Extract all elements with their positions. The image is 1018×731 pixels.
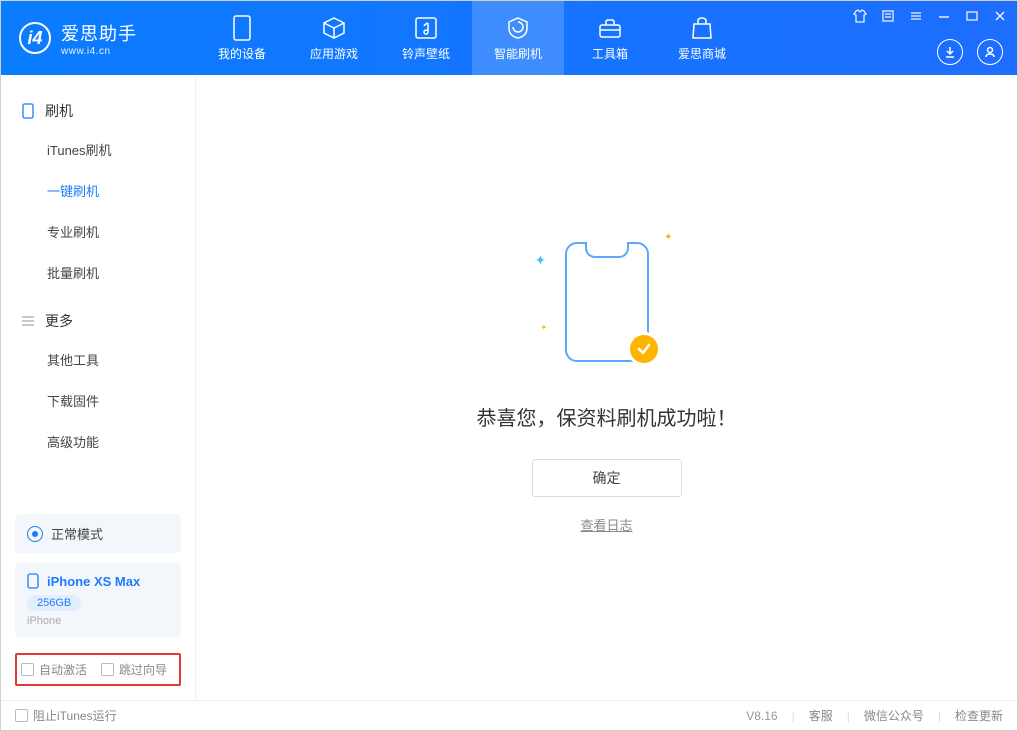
checkbox-label: 阻止iTunes运行 bbox=[33, 707, 117, 724]
tab-apps-games[interactable]: 应用游戏 bbox=[288, 1, 380, 75]
sparkle-icon: ✦ bbox=[664, 232, 672, 243]
footer-right: V8.16 | 客服 | 微信公众号 | 检查更新 bbox=[746, 707, 1003, 724]
sidebar-item-download-firmware[interactable]: 下载固件 bbox=[1, 380, 195, 421]
close-icon[interactable] bbox=[991, 7, 1009, 25]
view-log-link[interactable]: 查看日志 bbox=[580, 515, 632, 534]
phone-icon bbox=[21, 104, 35, 118]
app-url: www.i4.cn bbox=[61, 46, 137, 57]
sidebar-item-batch-flash[interactable]: 批量刷机 bbox=[1, 252, 195, 293]
checkbox-auto-activate[interactable]: 自动激活 bbox=[21, 661, 87, 678]
tab-label: 智能刷机 bbox=[494, 45, 542, 62]
device-name: iPhone XS Max bbox=[47, 574, 140, 589]
tab-label: 铃声壁纸 bbox=[402, 45, 450, 62]
checkbox-icon bbox=[21, 663, 34, 676]
tab-label: 我的设备 bbox=[218, 45, 266, 62]
section-title: 刷机 bbox=[45, 101, 73, 121]
sidebar-item-oneclick-flash[interactable]: 一键刷机 bbox=[1, 170, 195, 211]
tab-my-device[interactable]: 我的设备 bbox=[196, 1, 288, 75]
version-label: V8.16 bbox=[746, 709, 777, 723]
bag-icon bbox=[689, 15, 715, 41]
section-flash[interactable]: 刷机 bbox=[1, 93, 195, 129]
device-storage: 256GB bbox=[27, 595, 81, 611]
minimize-icon[interactable] bbox=[935, 7, 953, 25]
music-icon bbox=[413, 15, 439, 41]
app-header: i4 爱思助手 www.i4.cn 我的设备 应用游戏 铃声壁纸 智能刷机 工具… bbox=[1, 1, 1017, 75]
checkbox-icon bbox=[101, 663, 114, 676]
logo-text: 爱思助手 www.i4.cn bbox=[61, 20, 137, 57]
sidebar-nav: 刷机 iTunes刷机 一键刷机 专业刷机 批量刷机 更多 其他工具 下载固件 … bbox=[1, 75, 195, 514]
list-icon bbox=[21, 314, 35, 328]
logo-icon: i4 bbox=[19, 22, 51, 54]
success-message: 恭喜您，保资料刷机成功啦！ bbox=[477, 402, 737, 431]
checkbox-block-itunes[interactable]: 阻止iTunes运行 bbox=[15, 707, 117, 724]
window-controls bbox=[851, 7, 1009, 25]
maximize-icon[interactable] bbox=[963, 7, 981, 25]
update-link[interactable]: 检查更新 bbox=[955, 707, 1003, 724]
sidebar: 刷机 iTunes刷机 一键刷机 专业刷机 批量刷机 更多 其他工具 下载固件 … bbox=[1, 75, 196, 700]
sidebar-item-advanced[interactable]: 高级功能 bbox=[1, 421, 195, 462]
mode-icon bbox=[27, 526, 43, 542]
sparkle-icon: ✦ bbox=[535, 252, 547, 269]
device-card[interactable]: iPhone XS Max 256GB iPhone bbox=[15, 563, 181, 637]
mode-card[interactable]: 正常模式 bbox=[15, 514, 181, 553]
tab-store[interactable]: 爱思商城 bbox=[656, 1, 748, 75]
section-more[interactable]: 更多 bbox=[1, 303, 195, 339]
main-tabs: 我的设备 应用游戏 铃声壁纸 智能刷机 工具箱 爱思商城 bbox=[196, 1, 748, 75]
separator: | bbox=[847, 709, 850, 723]
toolbox-icon bbox=[597, 15, 623, 41]
options-highlighted: 自动激活 跳过向导 bbox=[15, 653, 181, 686]
tab-label: 工具箱 bbox=[592, 45, 628, 62]
separator: | bbox=[792, 709, 795, 723]
tab-toolbox[interactable]: 工具箱 bbox=[564, 1, 656, 75]
section-title: 更多 bbox=[45, 311, 73, 331]
main-content: ✦ ✦ ✦ 恭喜您，保资料刷机成功啦！ 确定 查看日志 bbox=[196, 75, 1017, 700]
wechat-link[interactable]: 微信公众号 bbox=[864, 707, 924, 724]
ok-button[interactable]: 确定 bbox=[532, 459, 682, 497]
shield-icon bbox=[505, 15, 531, 41]
status-bar: 阻止iTunes运行 V8.16 | 客服 | 微信公众号 | 检查更新 bbox=[1, 700, 1017, 730]
support-link[interactable]: 客服 bbox=[809, 707, 833, 724]
device-name-row: iPhone XS Max bbox=[27, 573, 169, 589]
tab-label: 应用游戏 bbox=[310, 45, 358, 62]
app-body: 刷机 iTunes刷机 一键刷机 专业刷机 批量刷机 更多 其他工具 下载固件 … bbox=[1, 75, 1017, 700]
phone-outline-icon bbox=[565, 242, 649, 362]
download-icon[interactable] bbox=[937, 39, 963, 65]
sidebar-item-itunes-flash[interactable]: iTunes刷机 bbox=[1, 129, 195, 170]
separator: | bbox=[938, 709, 941, 723]
checkbox-label: 跳过向导 bbox=[119, 661, 167, 678]
phone-icon bbox=[27, 573, 39, 589]
success-illustration: ✦ ✦ ✦ bbox=[565, 242, 649, 362]
checkbox-label: 自动激活 bbox=[39, 661, 87, 678]
menu-icon[interactable] bbox=[907, 7, 925, 25]
sidebar-item-pro-flash[interactable]: 专业刷机 bbox=[1, 211, 195, 252]
tab-flash[interactable]: 智能刷机 bbox=[472, 1, 564, 75]
note-icon[interactable] bbox=[879, 7, 897, 25]
tab-ringtones[interactable]: 铃声壁纸 bbox=[380, 1, 472, 75]
user-icon[interactable] bbox=[977, 39, 1003, 65]
app-name: 爱思助手 bbox=[61, 20, 137, 46]
sidebar-item-other-tools[interactable]: 其他工具 bbox=[1, 339, 195, 380]
sparkle-icon: ✦ bbox=[541, 323, 548, 332]
device-icon bbox=[229, 15, 255, 41]
mode-label: 正常模式 bbox=[51, 524, 103, 543]
checkbox-icon bbox=[15, 709, 28, 722]
cube-icon bbox=[321, 15, 347, 41]
tab-label: 爱思商城 bbox=[678, 45, 726, 62]
header-actions bbox=[937, 39, 1003, 65]
checkbox-skip-guide[interactable]: 跳过向导 bbox=[101, 661, 167, 678]
checkmark-badge-icon bbox=[627, 332, 661, 366]
logo[interactable]: i4 爱思助手 www.i4.cn bbox=[1, 20, 196, 57]
shirt-icon[interactable] bbox=[851, 7, 869, 25]
device-type: iPhone bbox=[27, 615, 169, 627]
